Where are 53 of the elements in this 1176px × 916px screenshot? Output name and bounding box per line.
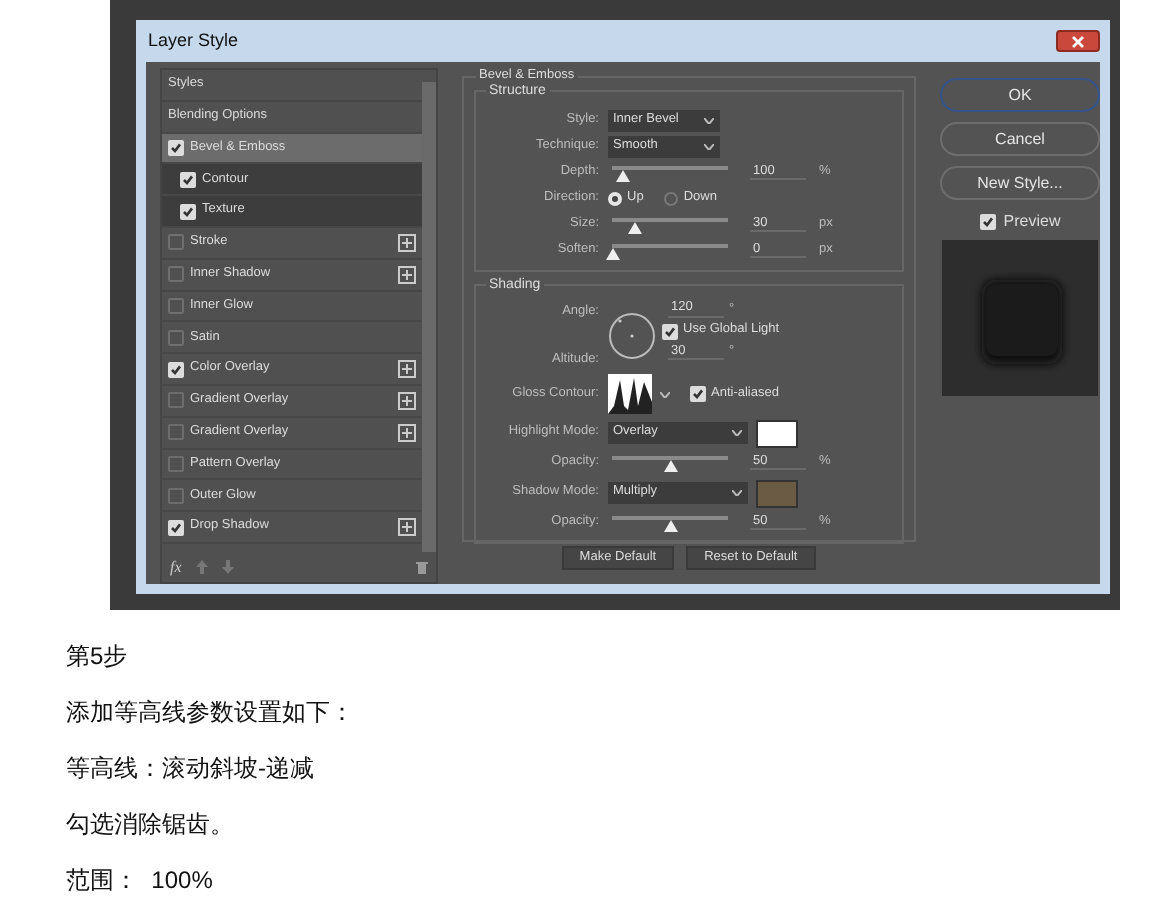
checkbox[interactable] — [168, 361, 184, 378]
caret-icon — [731, 430, 741, 436]
preview-label: Preview — [1003, 214, 1061, 230]
slider[interactable] — [607, 164, 731, 182]
checkbox[interactable] — [168, 392, 184, 409]
slider-thumb[interactable] — [605, 248, 619, 260]
checkbox[interactable] — [168, 297, 184, 314]
window-title: Layer Style — [146, 27, 239, 54]
plus-icon[interactable] — [397, 518, 415, 537]
caret-icon — [731, 490, 741, 496]
caret-icon — [703, 144, 713, 150]
caret-icon — [703, 118, 713, 124]
plus-icon[interactable] — [397, 360, 415, 379]
contour-graph[interactable] — [607, 374, 651, 414]
checkbox[interactable] — [979, 214, 996, 230]
fx-button[interactable]: fx — [170, 559, 182, 575]
plus-icon[interactable] — [397, 391, 415, 410]
action-button[interactable]: Cancel — [940, 122, 1100, 156]
caret-icon[interactable] — [659, 391, 669, 397]
scrollbar[interactable] — [421, 82, 435, 552]
checkbox[interactable] — [168, 329, 184, 346]
checkbox[interactable] — [168, 234, 184, 251]
close-button[interactable] — [1056, 30, 1100, 52]
color-swatch[interactable] — [755, 419, 797, 447]
article-line: 第5步 — [66, 644, 130, 670]
article-line: 范围： 100% — [66, 868, 215, 894]
article-line: 勾选消除锯齿。 — [66, 812, 236, 838]
plus-icon[interactable] — [397, 265, 415, 284]
slider[interactable] — [607, 514, 731, 532]
checkbox[interactable] — [168, 266, 184, 283]
slider[interactable] — [607, 242, 731, 260]
color-swatch[interactable] — [755, 479, 797, 507]
checkbox[interactable] — [168, 487, 184, 504]
checkbox[interactable] — [168, 139, 184, 156]
slider[interactable] — [607, 216, 731, 234]
radio-button[interactable] — [663, 192, 678, 206]
close-icon — [1072, 35, 1084, 47]
action-button[interactable]: OK — [940, 78, 1100, 112]
checkbox[interactable] — [168, 424, 184, 441]
article-line: 添加等高线参数设置如下： — [66, 700, 356, 726]
checkbox[interactable] — [180, 171, 196, 188]
checkbox[interactable] — [180, 203, 196, 220]
article-line: 等高线：滚动斜坡-递减 — [66, 756, 316, 782]
action-button[interactable]: New Style... — [940, 166, 1100, 200]
slider[interactable] — [607, 454, 731, 472]
checkbox[interactable] — [168, 455, 184, 472]
plus-icon[interactable] — [397, 423, 415, 442]
trash-icon[interactable] — [415, 560, 427, 574]
checkbox[interactable] — [168, 519, 184, 536]
plus-icon[interactable] — [397, 233, 415, 252]
checkbox[interactable] — [689, 386, 705, 402]
angle-dial[interactable] — [607, 312, 655, 360]
checkbox[interactable] — [661, 323, 677, 339]
